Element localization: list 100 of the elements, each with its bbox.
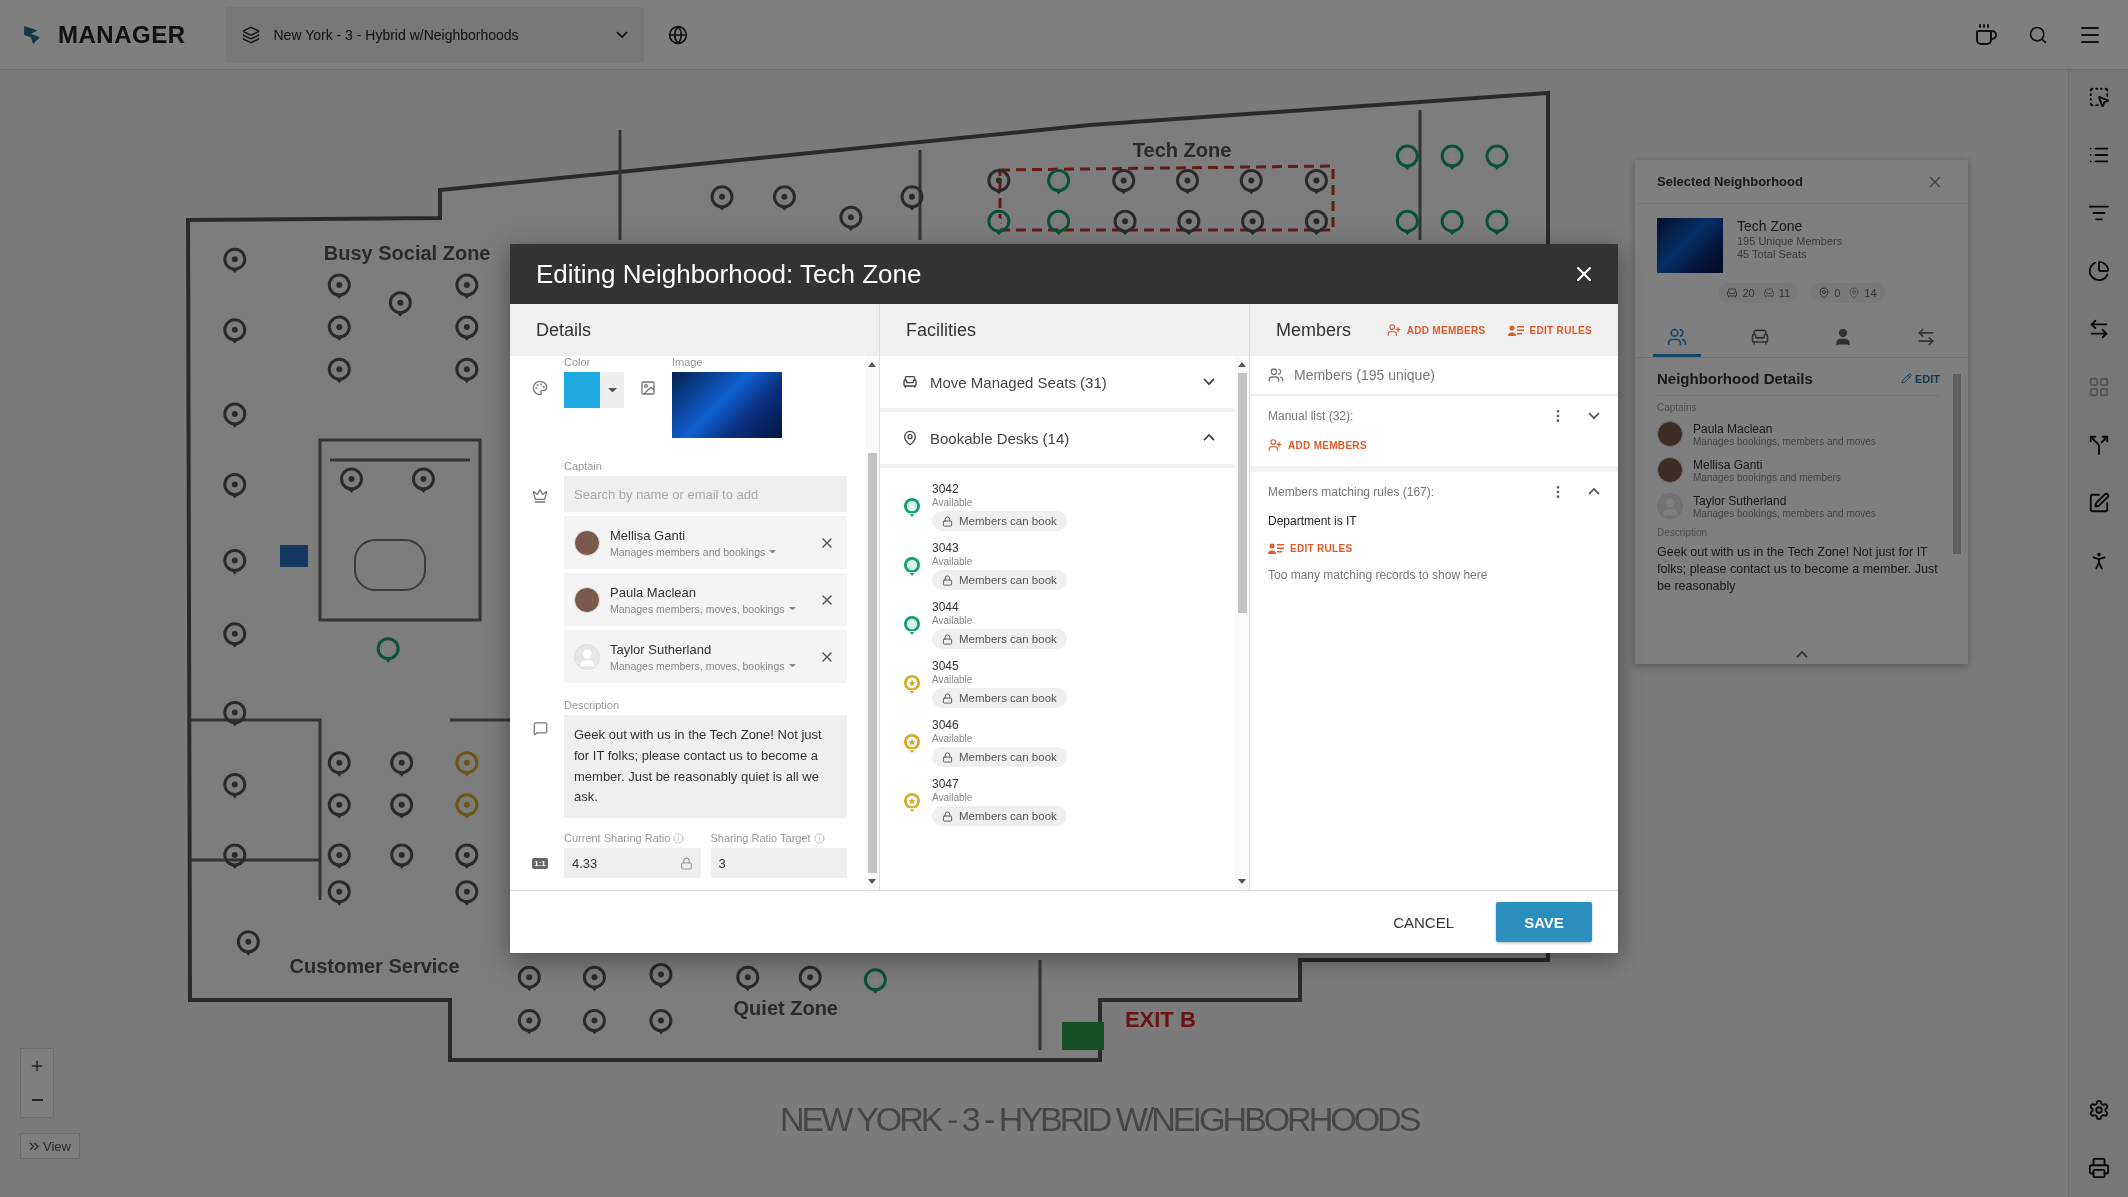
location-dropdown[interactable]: New York - 3 - Hybrid w/Neighborhoods <box>225 6 644 63</box>
captain-name: Mellisa Ganti <box>1693 457 1764 472</box>
desk-number: 3043 <box>932 541 960 555</box>
dialog-title: Editing Neighborhood: Tech Zone <box>536 258 923 290</box>
stat-value: 14 <box>1864 287 1877 299</box>
captain-search-field[interactable]: Search by name or email to add <box>564 476 847 512</box>
seat-icon <box>1726 287 1739 299</box>
print-button[interactable] <box>2087 1157 2110 1179</box>
plus-icon <box>29 1058 45 1074</box>
seat-icon <box>1762 287 1775 299</box>
field-label: Color <box>564 356 592 368</box>
add-person-icon <box>1268 438 1282 452</box>
section-label: Members matching rules (167): <box>1268 485 1436 499</box>
desk-status: Available <box>932 497 974 508</box>
layers-icon <box>241 25 260 44</box>
pie-chart-tool[interactable] <box>2087 260 2110 282</box>
field-label: Current Sharing Ratio <box>564 832 671 845</box>
split-tool[interactable] <box>2087 434 2110 456</box>
desk-status: Available <box>932 556 974 567</box>
lock-icon <box>942 515 953 527</box>
person-list-icon <box>1507 324 1524 336</box>
app-logo: MANAGER <box>58 20 186 49</box>
booking-policy-chip: Members can book <box>932 747 1067 767</box>
captain-role-dropdown[interactable]: Manages members, moves, bookings <box>610 602 809 615</box>
color-picker[interactable] <box>564 372 624 408</box>
neighborhood-name: Tech Zone <box>1737 218 1804 234</box>
booking-policy-chip: Members can book <box>932 688 1067 708</box>
section-title: Neighborhood Details <box>1657 370 1813 387</box>
lock-icon <box>942 692 953 704</box>
edit-rules-link[interactable]: EDIT RULES <box>1507 324 1592 336</box>
edit-icon <box>2087 492 2110 514</box>
column-heading: Members <box>1276 319 1352 341</box>
cancel-button[interactable]: CANCEL <box>1387 912 1460 932</box>
pie-chart-icon <box>2087 260 2110 282</box>
captain-role-dropdown[interactable]: Manages members, moves, bookings <box>610 659 809 672</box>
panel-title: Selected Neighborhood <box>1657 174 1804 189</box>
desk-number: 3042 <box>932 482 960 496</box>
caret-icon <box>788 606 796 611</box>
search-icon <box>2028 24 2048 45</box>
add-members-link[interactable]: ADD MEMBERS <box>1268 438 1367 452</box>
lock-icon <box>942 810 953 822</box>
pin-icon <box>1848 287 1861 299</box>
minus-icon <box>31 1099 43 1101</box>
globe-icon <box>667 24 688 45</box>
column-heading: Facilities <box>906 319 977 341</box>
pencil-icon <box>1900 373 1912 384</box>
ratio-target-field[interactable]: 3 <box>710 848 847 879</box>
edit-rules-link[interactable]: EDIT RULES <box>1268 542 1353 554</box>
settings-icon <box>2087 1099 2110 1121</box>
view-button[interactable]: View <box>20 1133 80 1159</box>
pin-icon <box>1818 287 1831 299</box>
seats-count: 45 Total Seats <box>1737 248 1808 260</box>
captain-name: Paula Maclean <box>1693 421 1774 436</box>
desk-status: Available <box>932 733 974 744</box>
booking-policy-chip: Members can book <box>932 570 1067 590</box>
grid-icon <box>2087 376 2110 398</box>
lock-icon <box>679 856 693 870</box>
crown-icon <box>532 488 548 504</box>
zone-label: Busy Social Zone <box>323 242 491 265</box>
caret-icon <box>788 663 796 668</box>
info-icon <box>813 832 825 844</box>
description-text: Geek out with us in the Tech Zone! Not just for IT folks; please contact us to become a member. Just be reasonably <box>1657 544 1939 595</box>
selection-icon <box>2087 86 2110 108</box>
zone-label: Quiet Zone <box>733 997 838 1019</box>
zone-label: Customer Service <box>289 954 460 977</box>
desk-status: Available <box>932 792 974 803</box>
members-count: 195 Unique Members <box>1737 235 1843 247</box>
desk-number: 3046 <box>932 718 960 732</box>
save-button[interactable]: SAVE <box>1496 902 1592 942</box>
field-label: Description <box>564 699 621 711</box>
add-members-link[interactable]: ADD MEMBERS <box>1386 323 1486 337</box>
captain-name: Taylor Sutherland <box>1693 493 1788 508</box>
description-field[interactable]: Geek out with us in the Tech Zone! Not just for IT folks; please contact us to become a member. Just be reasonably quiet is all we ask. <box>564 715 847 819</box>
info-message: Too many matching records to show here <box>1268 568 1488 582</box>
people-icon <box>1666 326 1687 347</box>
field-label: Image <box>672 356 704 368</box>
person-list-icon <box>1268 542 1284 554</box>
stat-value: 20 <box>1742 287 1755 299</box>
captain-name: Mellisa Ganti <box>610 527 687 543</box>
desk-number: 3047 <box>932 777 960 791</box>
current-ratio-field: 4.33 <box>564 848 701 879</box>
field-label: Sharing Ratio Target <box>710 832 811 845</box>
double-chevron-icon <box>29 1141 39 1151</box>
edit-tool[interactable] <box>2087 492 2110 514</box>
lock-icon <box>942 751 953 763</box>
chevron-down-icon <box>615 30 628 39</box>
pin-icon <box>902 430 918 446</box>
booking-policy-chip: Members can book <box>932 511 1067 531</box>
split-arrow-icon <box>2087 434 2110 456</box>
lock-icon <box>942 633 953 645</box>
settings-button[interactable] <box>2087 1099 2110 1121</box>
captain-role-dropdown[interactable]: Manages members and bookings <box>610 545 809 558</box>
selection-tool[interactable] <box>2087 86 2110 108</box>
booking-policy-chip: Members can book <box>932 806 1067 826</box>
add-person-icon <box>1386 323 1401 337</box>
desk-number: 3045 <box>932 659 960 673</box>
image-icon <box>640 380 656 396</box>
coffee-mug-icon <box>1974 22 1998 47</box>
desk-number: 3044 <box>932 600 960 614</box>
edit-link[interactable]: EDIT <box>1900 372 1940 385</box>
